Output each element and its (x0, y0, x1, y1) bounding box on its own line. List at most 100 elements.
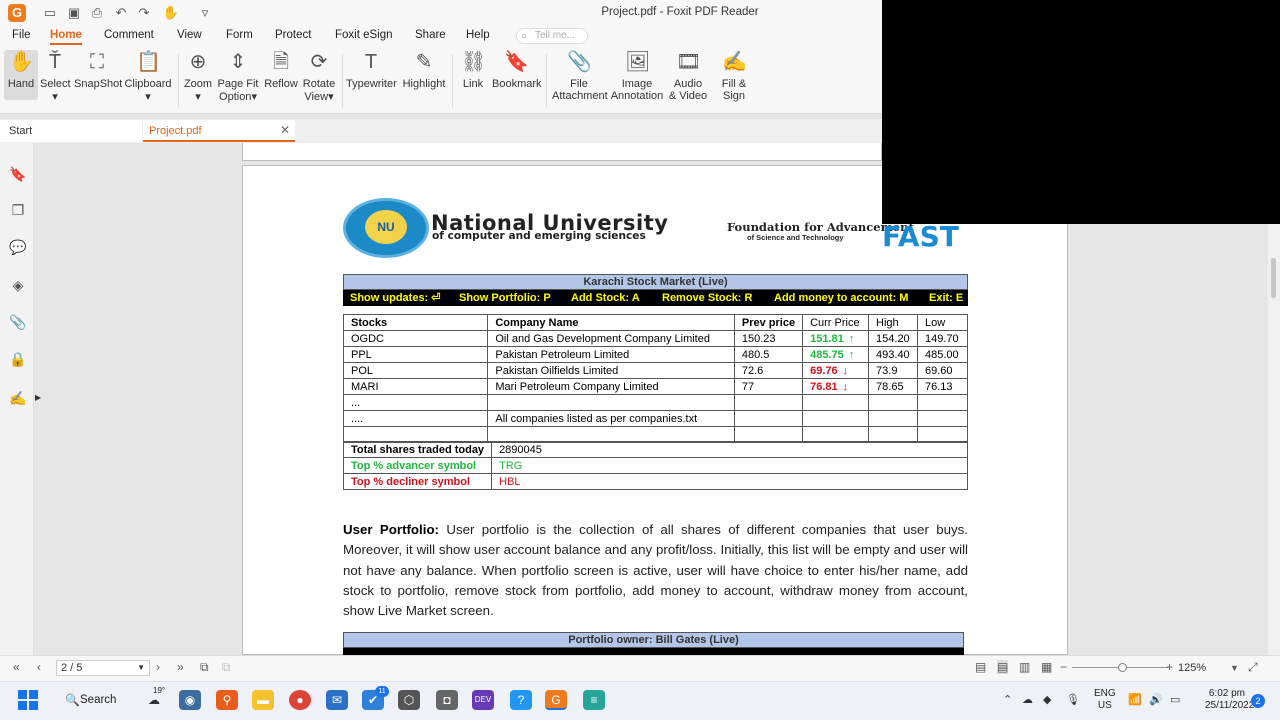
cmd-exit: Exit: E (929, 292, 964, 304)
menu-help[interactable]: Help (466, 29, 490, 41)
menu-file[interactable]: File (12, 29, 31, 41)
onedrive-icon[interactable]: ☁ (1022, 693, 1033, 706)
redo-icon[interactable]: ↷ (135, 4, 153, 22)
zoom-dropdown-chevron-icon[interactable]: ▼ (1230, 663, 1239, 673)
comments-panel-icon[interactable]: 💬 (9, 238, 27, 256)
previous-page-icon[interactable]: ‹ (37, 660, 41, 674)
menu-protect[interactable]: Protect (275, 29, 311, 41)
3d-app-icon[interactable]: ⬡ (398, 690, 420, 710)
menu-comment[interactable]: Comment (104, 29, 154, 41)
previous-view-icon[interactable]: ⧉ (200, 660, 209, 675)
typewriter-icon: T (364, 51, 378, 73)
undo-icon[interactable]: ↶ (112, 4, 130, 22)
high-cell (868, 410, 919, 427)
bookmark-button[interactable]: 🔖 Bookmark (492, 50, 542, 90)
layers-panel-icon[interactable]: ◈ (9, 276, 27, 294)
fast-subtitle: of Science and Technology (747, 233, 844, 242)
highlight-button[interactable]: ✎ Highlight (400, 50, 448, 90)
clock[interactable]: 6:02 pm 25/11/2022 (1205, 688, 1254, 712)
high-cell: 78.65 (868, 378, 919, 395)
show-hidden-icons[interactable]: ⌃ (1003, 693, 1012, 706)
curr-price-cell-text: 76.81 (810, 380, 838, 393)
next-page-icon[interactable]: › (156, 660, 160, 674)
language-indicator[interactable]: ENG US (1094, 688, 1116, 712)
microphone-icon[interactable]: 🎙 (1066, 693, 1080, 706)
low-cell (917, 410, 968, 427)
file-explorer-icon[interactable]: ▬ (252, 690, 274, 710)
signature-panel-icon[interactable]: ✍ (9, 389, 27, 407)
typewriter-button[interactable]: T Typewriter (346, 50, 397, 90)
clipboard-icon: 📋 (136, 51, 161, 73)
continuous-page-icon[interactable]: ▤ (997, 660, 1009, 674)
curr-price-cell: 485.75 ↑ (802, 346, 870, 363)
fullscreen-icon[interactable]: ⤢ (1248, 660, 1258, 675)
first-page-icon[interactable]: « (13, 660, 20, 674)
notepad-icon[interactable]: ≡ (583, 690, 605, 710)
wifi-icon[interactable]: 📶 (1128, 693, 1142, 706)
tell-me-search[interactable]: ○ Tell me... (516, 28, 588, 44)
zoom-in-icon[interactable]: + (1166, 660, 1173, 674)
audio-video-button[interactable]: 🎞 Audio & Video (666, 50, 710, 102)
tab-project-pdf[interactable]: Project.pdf (143, 120, 295, 142)
volume-icon[interactable]: 🔊 (1149, 693, 1163, 706)
rotate-view-button[interactable]: ⟳ Rotate View▾ (300, 50, 338, 103)
menu-foxit-esign[interactable]: Foxit eSign (335, 29, 393, 41)
close-tab-icon[interactable]: ✕ (280, 123, 290, 137)
chrome-icon[interactable]: ● (289, 690, 311, 710)
taskbar-search[interactable]: 🔍 Search (56, 688, 124, 712)
snapshot-button[interactable]: ⛶ SnapShot (74, 50, 122, 90)
menu-home[interactable]: Home (50, 29, 82, 45)
open-icon[interactable]: ▭ (41, 4, 59, 22)
zoom-level[interactable]: 125% (1178, 662, 1206, 674)
link-button[interactable]: ⛓ Link (458, 50, 488, 90)
pages-panel-icon[interactable]: ❐ (9, 201, 27, 219)
save-icon[interactable]: ▣ (65, 4, 83, 22)
company-cell-text: Pakistan Petroleum Limited (495, 348, 630, 361)
security-panel-icon[interactable]: 🔒 (9, 350, 27, 368)
app-icon[interactable]: ◉ (179, 690, 201, 710)
scrollbar-thumb[interactable] (1271, 258, 1276, 298)
fill-and-sign-button[interactable]: ✍ Fill & Sign (716, 50, 752, 102)
menu-view[interactable]: View (177, 29, 202, 41)
attachments-panel-icon[interactable]: 📎 (9, 313, 27, 331)
expand-panel-arrow-icon[interactable]: ▶ (35, 393, 41, 402)
zoom-button[interactable]: ⊕ Zoom ▾ (183, 50, 213, 103)
dropbox-icon[interactable]: ◆ (1043, 693, 1051, 706)
windows-start-icon[interactable] (18, 690, 38, 710)
foxit-taskbar-icon[interactable]: G (545, 690, 567, 710)
prev-price-cell: 72.6 (733, 362, 804, 379)
notification-center-badge[interactable]: 2 (1251, 694, 1265, 708)
menu-share[interactable]: Share (415, 29, 446, 41)
zoom-out-icon[interactable]: − (1060, 660, 1067, 674)
cmd-add-stock: Add Stock: A (571, 292, 640, 304)
menu-form[interactable]: Form (226, 29, 253, 41)
facing-icon[interactable]: ▥ (1019, 660, 1030, 674)
hand-tool-icon[interactable]: ✋ (162, 4, 180, 22)
summary-label: Top % decliner symbol (342, 473, 493, 490)
company-cell-text: Pakistan Oilfields Limited (495, 364, 619, 377)
continuous-facing-icon[interactable]: ▦ (1041, 660, 1052, 674)
tab-start[interactable]: Start (0, 120, 142, 142)
print-icon[interactable]: ⎙ (88, 4, 106, 22)
next-view-icon[interactable]: ⧉ (222, 660, 231, 675)
battery-icon[interactable]: ▭ (1170, 693, 1180, 706)
camera-icon[interactable]: ◘ (436, 690, 458, 710)
image-annotation-button[interactable]: 🖼 Image Annotation (610, 50, 664, 102)
select-button[interactable]: Ť Select ▾ (40, 50, 71, 103)
bookmarks-panel-icon[interactable]: 🔖 (9, 165, 27, 183)
zoom-slider-knob[interactable] (1118, 663, 1127, 672)
customize-chevron-icon[interactable]: ▿ (196, 4, 214, 22)
hand-button[interactable]: ✋ Hand (4, 50, 38, 100)
file-attachment-button[interactable]: 📎 File Attachment (552, 50, 608, 102)
help-app-icon[interactable]: ? (510, 690, 532, 710)
last-page-icon[interactable]: » (177, 660, 184, 674)
mail-icon[interactable]: ✉ (326, 690, 348, 710)
page-fit-option-button[interactable]: ⇕ Page Fit Option▾ (217, 50, 259, 103)
stock-cell-text: .... (351, 412, 364, 425)
clipboard-button[interactable]: 📋 Clipboard ▾ (124, 50, 172, 103)
single-page-icon[interactable]: ▤ (975, 660, 986, 674)
search-app-icon[interactable]: ⚲ (216, 690, 238, 710)
dev-cpp-icon[interactable]: DEV (472, 690, 494, 710)
page-number-box[interactable]: 2 / 5 ▼ (56, 660, 150, 676)
reflow-button[interactable]: 🗎 Reflow (262, 50, 300, 90)
